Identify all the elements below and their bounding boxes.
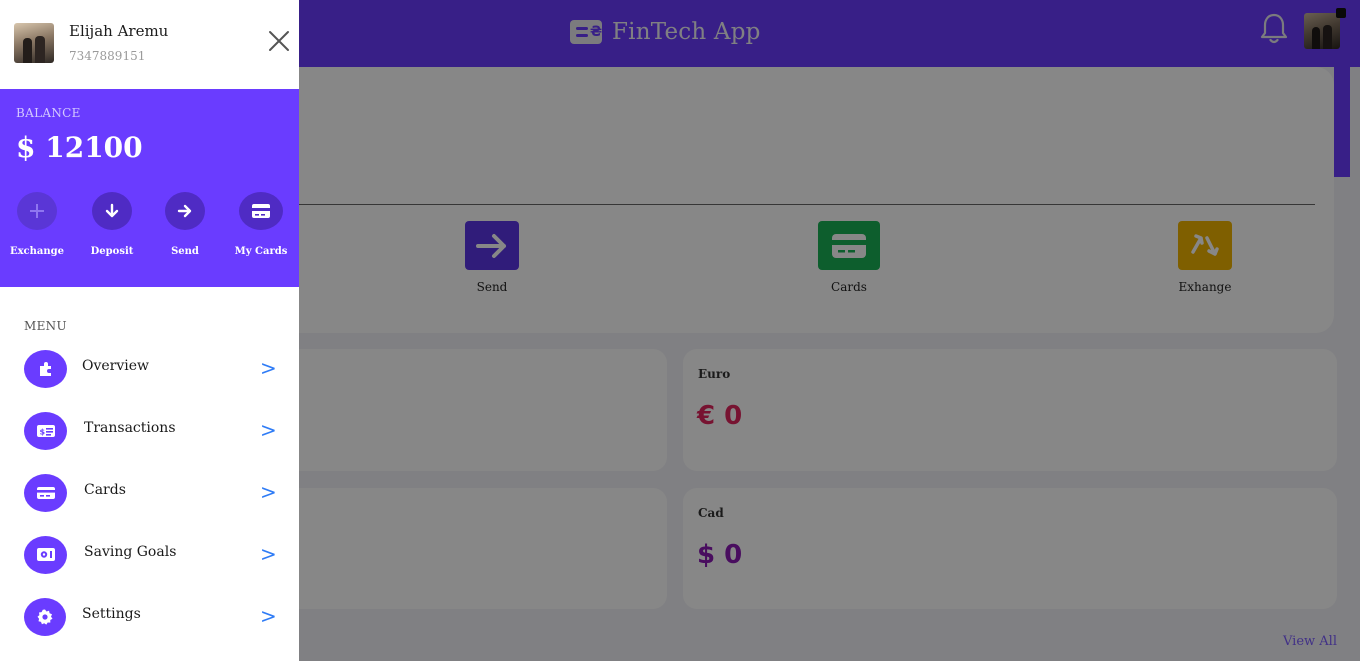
plus-icon (17, 192, 57, 230)
quick-action-my-cards[interactable]: My Cards (226, 192, 296, 257)
menu-item-cards[interactable]: Cards > (0, 474, 299, 518)
arrow-down-icon (92, 192, 132, 230)
balance-amount: $ 12100 (16, 131, 143, 164)
menu-item-label: Transactions (84, 420, 176, 436)
balance-panel: BALANCE $ 12100 Exchange Deposit Send My… (0, 89, 299, 287)
menu-item-label: Overview (82, 358, 150, 374)
gear-icon (24, 598, 66, 636)
profile-name: Elijah Aremu (69, 22, 169, 40)
quick-action-deposit[interactable]: Deposit (77, 192, 147, 257)
quick-action-label: My Cards (234, 246, 288, 257)
quick-action-label: Exchange (9, 246, 65, 257)
menu-item-label: Settings (82, 606, 141, 622)
menu-item-saving-goals[interactable]: Saving Goals > (0, 536, 299, 580)
chevron-right-icon: > (260, 356, 277, 380)
safe-icon (24, 536, 67, 574)
chevron-right-icon: > (260, 604, 277, 628)
profile-header: Elijah Aremu 7347889151 (0, 0, 299, 89)
quick-action-exchange[interactable]: Exchange (2, 192, 72, 257)
balance-label: BALANCE (16, 106, 81, 120)
menu-item-overview[interactable]: Overview > (0, 350, 299, 394)
side-drawer: Elijah Aremu 7347889151 BALANCE $ 12100 … (0, 0, 299, 661)
puzzle-icon (24, 350, 67, 388)
profile-avatar (14, 23, 54, 63)
receipt-icon: $ (24, 412, 67, 450)
svg-text:$: $ (39, 428, 45, 437)
arrow-right-icon (165, 192, 205, 230)
quick-action-label: Send (171, 246, 199, 257)
quick-action-send[interactable]: Send (150, 192, 220, 257)
menu-item-label: Saving Goals (84, 544, 177, 560)
chevron-right-icon: > (260, 418, 277, 442)
card-icon (24, 474, 67, 512)
menu-item-settings[interactable]: Settings > (0, 598, 299, 642)
menu-item-label: Cards (84, 482, 126, 498)
profile-phone: 7347889151 (69, 49, 146, 63)
chevron-right-icon: > (260, 542, 277, 566)
chevron-right-icon: > (260, 480, 277, 504)
card-icon (239, 192, 283, 230)
close-icon[interactable] (266, 28, 292, 54)
menu-heading: MENU (24, 319, 67, 333)
quick-action-label: Deposit (90, 246, 134, 257)
menu-item-transactions[interactable]: $ Transactions > (0, 412, 299, 456)
